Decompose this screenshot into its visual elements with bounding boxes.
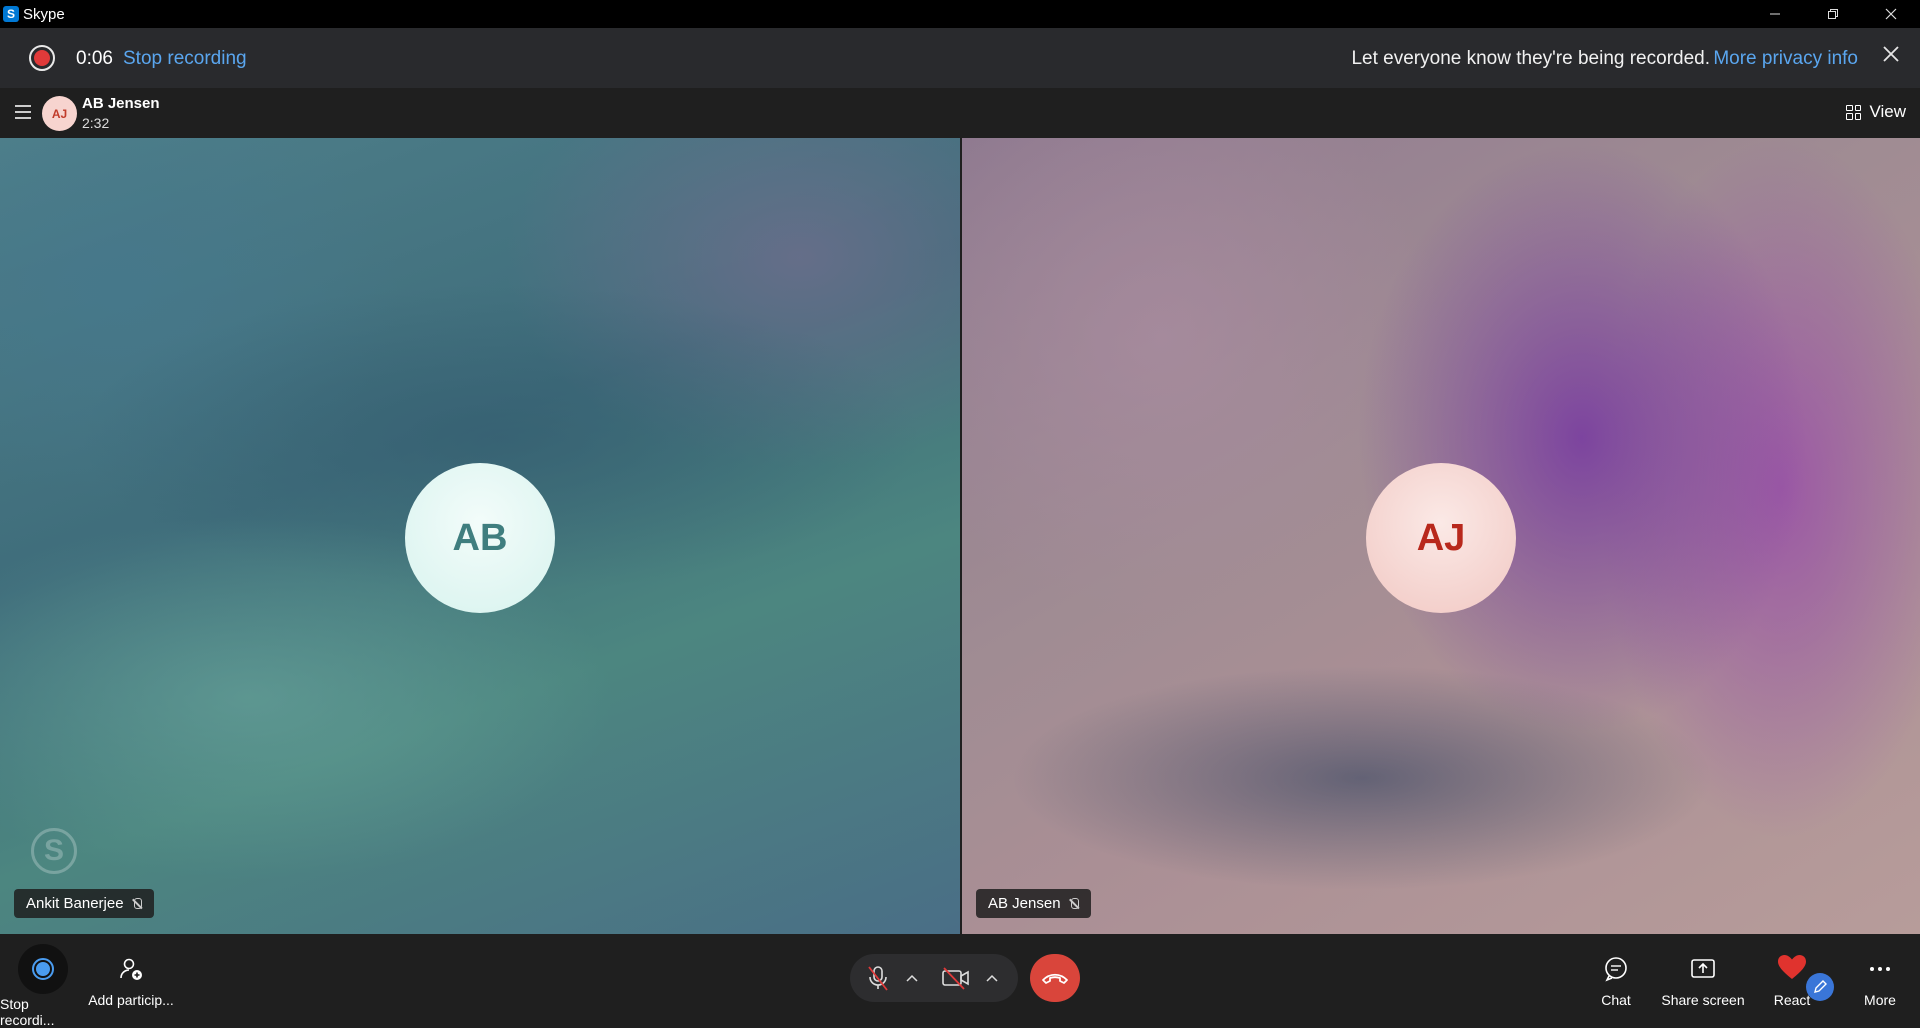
participant-name: Ankit Banerjee	[26, 895, 124, 912]
title-bar: S Skype	[0, 0, 1920, 28]
mute-button[interactable]	[858, 954, 898, 1002]
mic-muted-icon	[132, 897, 142, 910]
media-controls	[850, 954, 1018, 1002]
chevron-up-icon	[906, 974, 918, 982]
video-options-button[interactable]	[980, 954, 1004, 1002]
chat-icon	[1601, 954, 1631, 984]
chat-button[interactable]: Chat	[1586, 954, 1646, 1008]
add-participants-label: Add particip...	[88, 992, 174, 1008]
menu-icon[interactable]	[15, 105, 31, 119]
recording-elapsed-time: 0:06	[76, 48, 113, 69]
close-window-button[interactable]	[1862, 0, 1920, 28]
view-label: View	[1869, 102, 1906, 121]
video-toggle-button[interactable]	[936, 954, 976, 1002]
share-screen-icon	[1688, 954, 1718, 984]
chat-label: Chat	[1601, 992, 1631, 1008]
restore-icon	[1828, 9, 1838, 19]
participant-name-tag: Ankit Banerjee	[14, 889, 154, 918]
grid-view-icon	[1846, 104, 1862, 120]
call-header: AJ AB Jensen 2:32 View	[0, 88, 1920, 138]
mic-muted-icon	[1069, 897, 1079, 910]
more-button[interactable]: More	[1850, 954, 1910, 1008]
share-screen-button[interactable]: Share screen	[1658, 954, 1748, 1008]
participant-avatar: AB	[405, 463, 555, 613]
minimize-button[interactable]	[1746, 0, 1804, 28]
close-icon	[1885, 8, 1897, 20]
more-icon	[1865, 954, 1895, 984]
call-controls: Stop recordi... Add particip... Chat Sha…	[0, 934, 1920, 1028]
participant-tile-ankit[interactable]: AB S Ankit Banerjee	[0, 138, 960, 934]
view-button[interactable]: View	[1846, 102, 1906, 122]
share-screen-label: Share screen	[1661, 992, 1745, 1008]
participant-name: AB Jensen	[988, 895, 1061, 912]
avatar[interactable]: AJ	[42, 96, 77, 131]
participant-avatar: AJ	[1366, 463, 1516, 613]
more-label: More	[1864, 992, 1896, 1008]
stop-recording-link[interactable]: Stop recording	[123, 48, 247, 70]
chevron-up-icon	[986, 974, 998, 982]
mic-off-icon	[868, 966, 888, 991]
react-label: React	[1773, 992, 1811, 1008]
window-title: Skype	[23, 5, 65, 23]
recording-banner: 0:06 Stop recording Let everyone know th…	[0, 28, 1920, 88]
add-participants-button[interactable]: Add particip...	[86, 954, 176, 1008]
recording-notice: Let everyone know they're being recorded…	[1351, 48, 1710, 69]
minimize-icon	[1770, 13, 1780, 15]
hang-up-icon	[1042, 973, 1068, 984]
participant-tile-jensen[interactable]: AJ AB Jensen	[962, 138, 1920, 934]
skype-logo-icon: S	[3, 6, 19, 22]
stop-recording-button[interactable]: Stop recordi...	[0, 944, 86, 1028]
record-icon	[18, 944, 68, 994]
heart-icon	[1777, 952, 1807, 982]
dismiss-banner-button[interactable]	[1882, 42, 1900, 70]
pencil-icon[interactable]	[1806, 973, 1834, 1001]
restore-button[interactable]	[1804, 0, 1862, 28]
camera-off-icon	[942, 967, 969, 990]
contact-name: AB Jensen	[82, 95, 160, 112]
close-icon	[1883, 46, 1899, 62]
stop-recording-label: Stop recordi...	[0, 996, 55, 1028]
participant-name-tag: AB Jensen	[976, 889, 1091, 918]
audio-options-button[interactable]	[900, 954, 924, 1002]
privacy-info-link[interactable]: More privacy info	[1713, 48, 1858, 70]
call-duration: 2:32	[82, 115, 110, 131]
hang-up-button[interactable]	[1030, 954, 1080, 1002]
add-person-icon	[116, 954, 146, 984]
recording-indicator-icon	[29, 45, 55, 71]
skype-watermark-icon: S	[31, 828, 77, 874]
